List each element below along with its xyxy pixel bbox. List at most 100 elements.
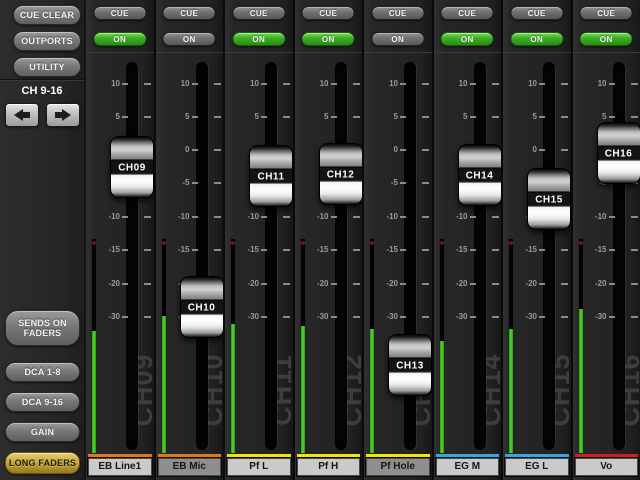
scale-number: 10 — [168, 79, 190, 89]
scale-number: -10 — [98, 212, 120, 222]
scale-number: 5 — [98, 112, 120, 122]
scale-tick — [492, 283, 499, 285]
on-button[interactable]: ON — [371, 32, 424, 46]
scale-tick — [214, 149, 221, 151]
channel-name-label[interactable]: EB Mic — [158, 458, 222, 476]
scale-tick — [492, 316, 499, 318]
level-meter — [161, 238, 167, 454]
channel-name-label[interactable]: Pf H — [297, 458, 361, 476]
left-arrow-icon — [14, 109, 30, 121]
fader-cap[interactable]: CH09 — [110, 136, 154, 198]
scale-tick — [492, 116, 499, 118]
channel-name-label[interactable]: Vo — [575, 458, 639, 476]
channel-name-label[interactable]: EB Line1 — [88, 458, 152, 476]
scale-tick — [422, 116, 429, 118]
gain-button[interactable]: GAIN — [5, 422, 80, 442]
scale-number: -20 — [585, 279, 607, 289]
mixer-app: CUE CLEAR OUTPORTS UTILITY CH 9-16 SENDS… — [0, 0, 640, 480]
fader-cap[interactable]: CH11 — [249, 145, 293, 207]
channel-name-label[interactable]: Pf L — [227, 458, 291, 476]
channel-name-label[interactable]: EG M — [436, 458, 500, 476]
scale-number: 0 — [515, 145, 537, 155]
fader-cap[interactable]: CH12 — [319, 143, 363, 205]
on-button[interactable]: ON — [232, 32, 285, 46]
cue-button[interactable]: CUE — [232, 6, 285, 20]
strip-divider — [364, 52, 432, 53]
on-button[interactable]: ON — [441, 32, 494, 46]
scale-tick — [400, 216, 406, 218]
scale-number: 5 — [515, 112, 537, 122]
cue-button[interactable]: CUE — [580, 6, 633, 20]
channel-strip-ch09: CH09 CUE ON 1050-5-10-15-20-30 CH09 EB L… — [86, 0, 154, 480]
scale-number: -20 — [307, 279, 329, 289]
scale-number: -20 — [446, 279, 468, 289]
scale-tick — [283, 249, 290, 251]
scale-number: -20 — [237, 279, 259, 289]
fader-slot — [543, 62, 555, 450]
fader-cap[interactable]: CH14 — [458, 144, 502, 206]
scale-number: 5 — [168, 112, 190, 122]
scale-tick — [561, 83, 568, 85]
cue-button[interactable]: CUE — [371, 6, 424, 20]
dca-9-16-button[interactable]: DCA 9-16 — [5, 392, 80, 412]
scale-number: 10 — [446, 79, 468, 89]
scale-tick — [492, 216, 499, 218]
channel-strip-ch16: CH16 CUE ON 1050-5-10-15-20-30 CH16 Vo — [573, 0, 640, 480]
fader-cap-label: CH15 — [528, 192, 570, 207]
scale-tick — [539, 249, 545, 251]
bank-prev-button[interactable] — [5, 103, 39, 127]
long-faders-button[interactable]: LONG FADERS — [5, 452, 80, 474]
cue-button[interactable]: CUE — [163, 6, 216, 20]
scale-tick — [144, 116, 151, 118]
scale-tick — [400, 149, 406, 151]
on-button[interactable]: ON — [163, 32, 216, 46]
scale-number: -15 — [98, 245, 120, 255]
scale-tick — [631, 316, 638, 318]
on-button[interactable]: ON — [580, 32, 633, 46]
fader-cap[interactable]: CH15 — [527, 168, 571, 230]
channel-name-label[interactable]: Pf Hole — [366, 458, 430, 476]
fader-cap[interactable]: CH16 — [597, 122, 640, 184]
scale-tick — [283, 116, 290, 118]
scale-tick — [353, 116, 360, 118]
scale-tick — [192, 216, 198, 218]
scale-number: 5 — [307, 112, 329, 122]
channel-color-bar — [297, 454, 361, 457]
scale-tick — [122, 316, 128, 318]
cue-button[interactable]: CUE — [302, 6, 355, 20]
utility-button[interactable]: UTILITY — [13, 57, 81, 77]
sends-on-faders-button[interactable]: SENDS ON FADERS — [5, 310, 80, 346]
on-button[interactable]: ON — [510, 32, 563, 46]
scale-tick — [283, 83, 290, 85]
channel-name-label[interactable]: EG L — [505, 458, 569, 476]
dca-1-8-button[interactable]: DCA 1-8 — [5, 362, 80, 382]
scale-tick — [214, 182, 221, 184]
cue-button[interactable]: CUE — [510, 6, 563, 20]
scale-tick — [400, 83, 406, 85]
scale-number: 10 — [98, 79, 120, 89]
outports-button[interactable]: OUTPORTS — [13, 31, 81, 51]
level-meter — [578, 238, 584, 454]
scale-tick — [631, 116, 638, 118]
scale-tick — [422, 249, 429, 251]
cue-clear-button[interactable]: CUE CLEAR — [13, 5, 81, 25]
on-button[interactable]: ON — [302, 32, 355, 46]
scale-tick — [609, 249, 615, 251]
scale-tick — [470, 316, 476, 318]
scale-tick — [144, 283, 151, 285]
meter-fill — [92, 331, 96, 453]
scale-tick — [422, 283, 429, 285]
scale-tick — [261, 116, 267, 118]
fader-cap[interactable]: CH10 — [180, 276, 224, 338]
cue-button[interactable]: CUE — [93, 6, 146, 20]
scale-number: -15 — [168, 245, 190, 255]
cue-button[interactable]: CUE — [441, 6, 494, 20]
scale-tick — [631, 83, 638, 85]
scale-number: 10 — [376, 79, 398, 89]
scale-number: -15 — [237, 245, 259, 255]
fader-cap[interactable]: CH13 — [388, 334, 432, 396]
scale-tick — [631, 216, 638, 218]
on-button[interactable]: ON — [93, 32, 146, 46]
sidebar: CUE CLEAR OUTPORTS UTILITY CH 9-16 SENDS… — [0, 0, 84, 480]
bank-next-button[interactable] — [46, 103, 80, 127]
